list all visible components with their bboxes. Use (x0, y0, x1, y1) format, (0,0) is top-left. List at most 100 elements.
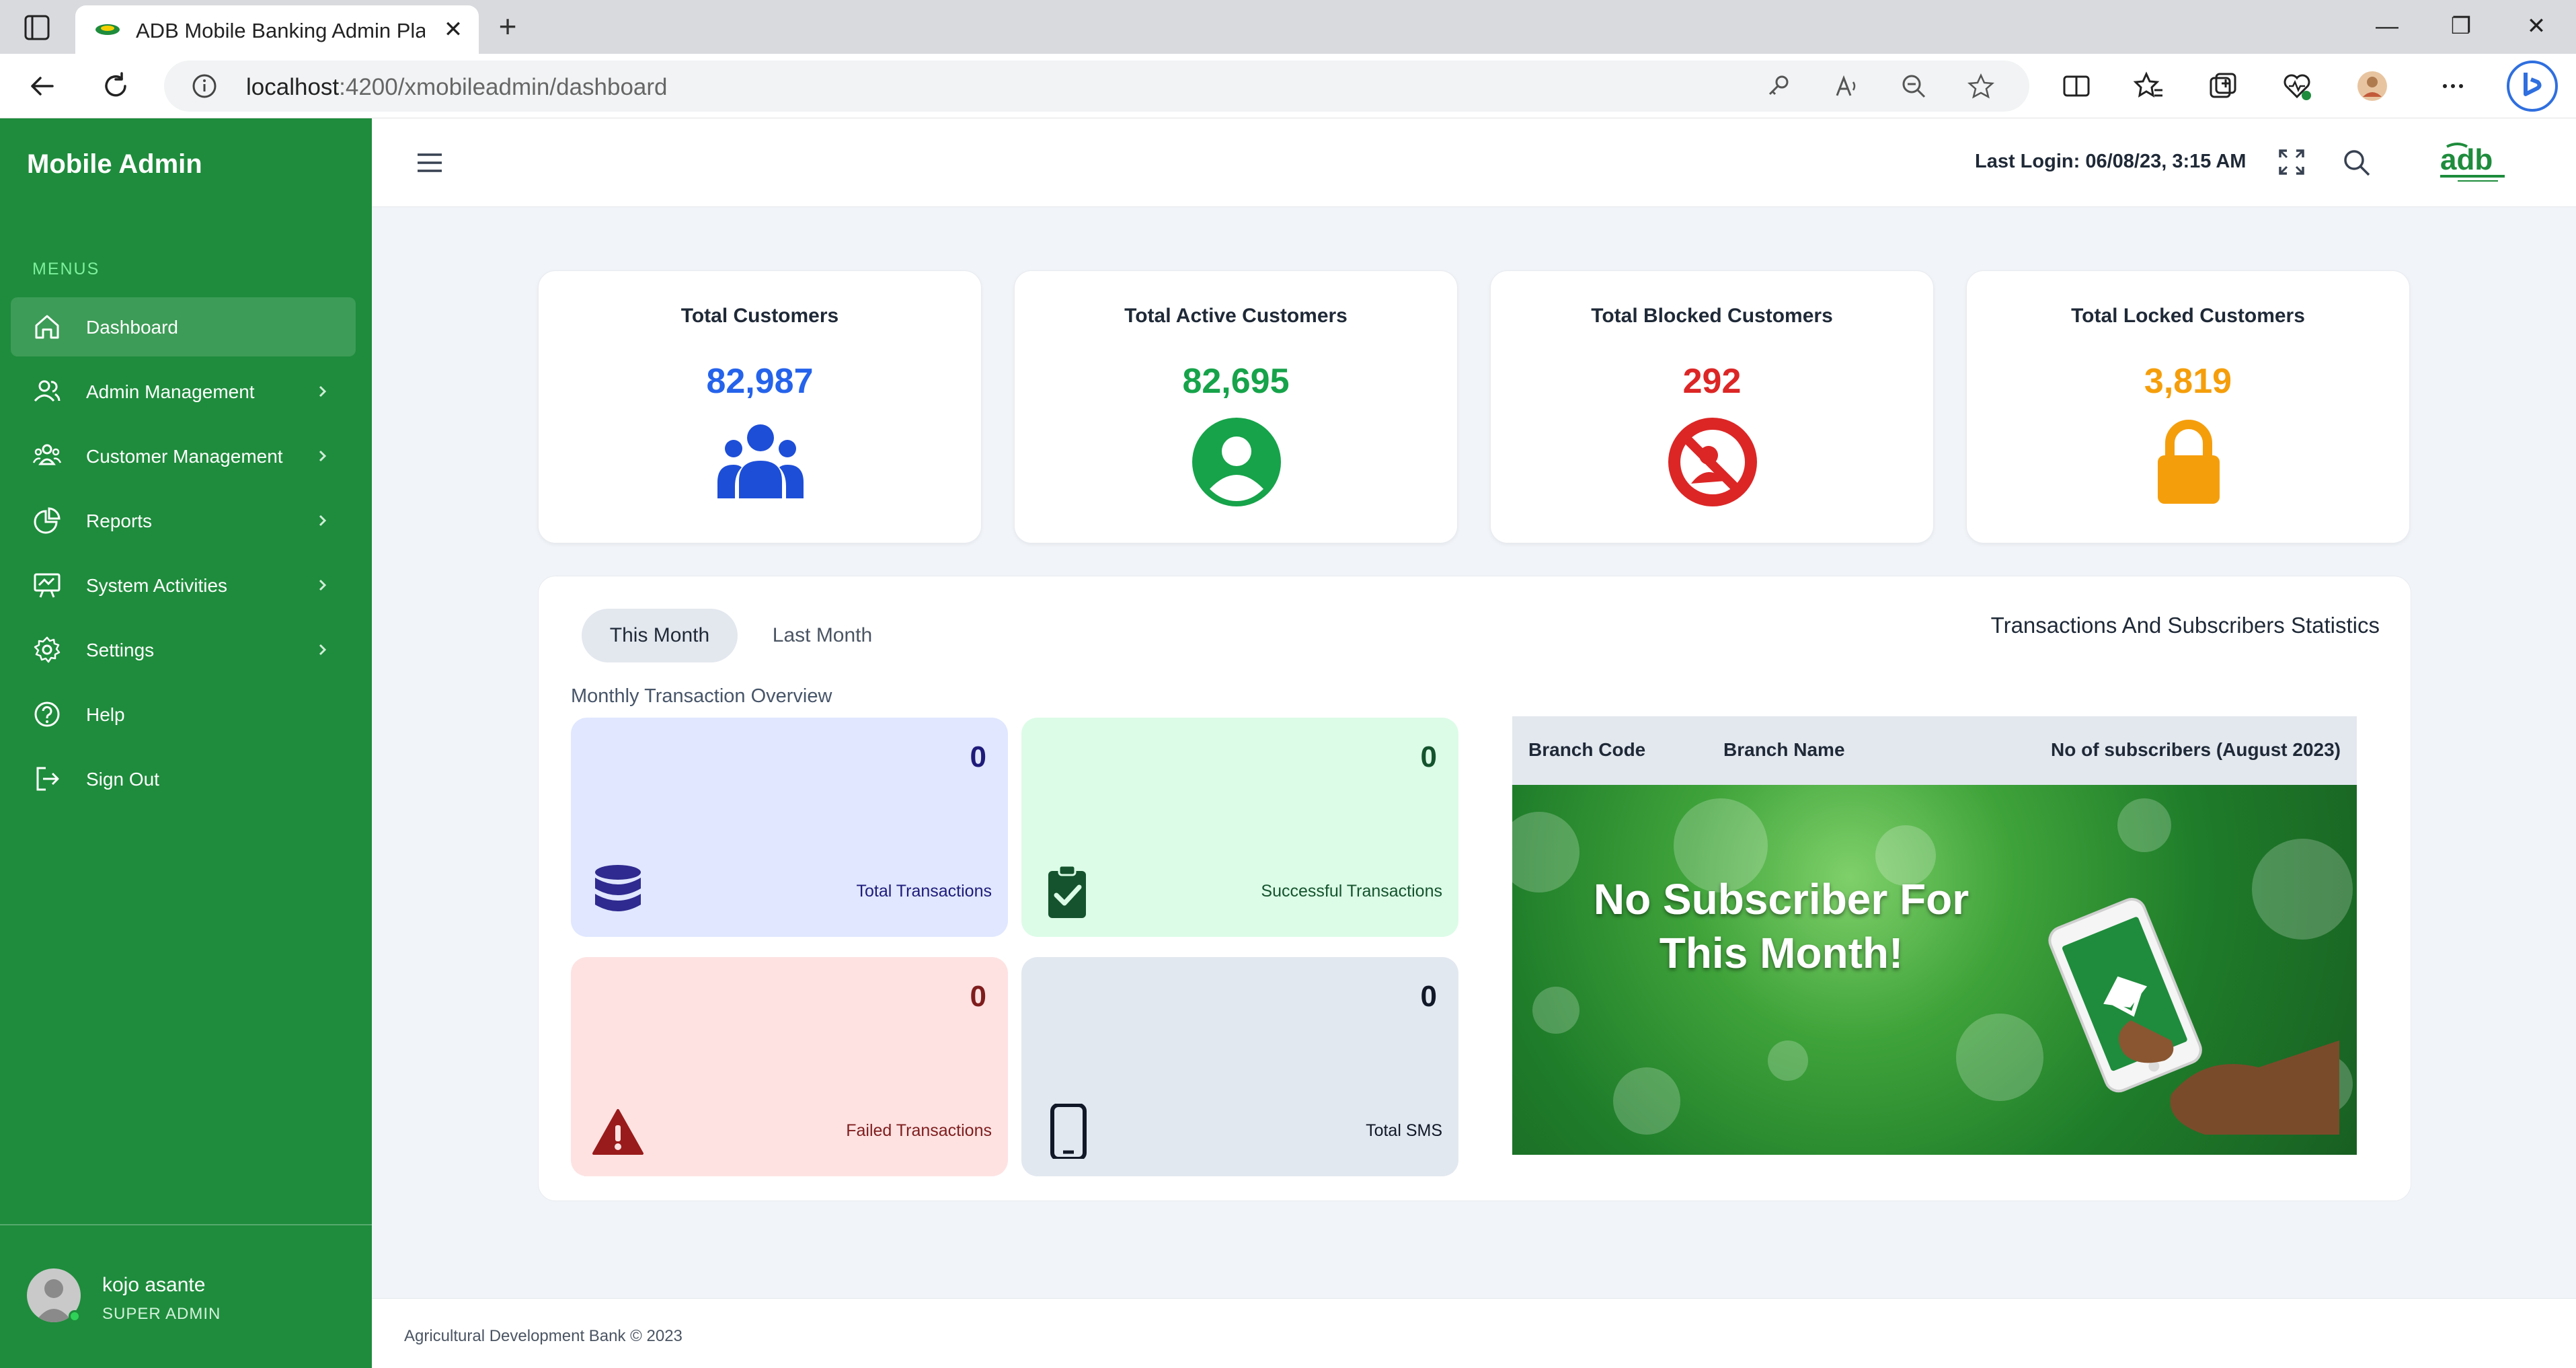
favorites-icon[interactable] (2133, 70, 2165, 102)
url-text[interactable]: localhost:4200/xmobileadmin/dashboard (246, 74, 668, 101)
browser-toolbar: localhost:4200/xmobileadmin/dashboard (0, 54, 2576, 118)
adb-logo: adb (2437, 140, 2510, 188)
footer: Agricultural Development Bank © 2023 (372, 1298, 2576, 1368)
panel-title: Transactions And Subscribers Statistics (1990, 613, 2380, 638)
url-path: :4200/xmobileadmin/dashboard (339, 74, 668, 100)
tab-close-icon[interactable]: ✕ (438, 15, 468, 44)
sidebar-item-label: Help (86, 704, 125, 725)
users-icon (34, 380, 61, 402)
key-icon[interactable] (1764, 73, 1791, 100)
chevron-right-icon (319, 579, 327, 591)
sidebar-item-dashboard[interactable]: Dashboard (11, 297, 356, 356)
health-heart-icon[interactable] (2281, 70, 2313, 102)
last-login-text: Last Login: 06/08/23, 3:15 AM (1975, 151, 2247, 172)
zoom-out-icon[interactable] (1900, 73, 1927, 100)
tab-last-month[interactable]: Last Month (755, 609, 890, 662)
customers-group-icon (717, 424, 804, 498)
sidebar-item-label: Admin Management (86, 381, 255, 402)
footer-copyright: Agricultural Development Bank © 2023 (404, 1327, 682, 1345)
search-icon[interactable] (2341, 147, 2372, 178)
sidebar: Mobile Admin MENUS Dashboard Admin Manag… (0, 118, 372, 1368)
mini-card-successful-transactions: 0 Successful Transactions (1021, 718, 1458, 937)
user-role: SUPER ADMIN (102, 1305, 221, 1323)
user-name: kojo asante (102, 1274, 206, 1296)
mini-card-label: Successful Transactions (1261, 882, 1442, 901)
sidebar-item-reports[interactable]: Reports (11, 491, 356, 550)
split-screen-icon[interactable] (2060, 70, 2093, 102)
fullscreen-icon[interactable] (2276, 147, 2307, 178)
user-circle-icon (1192, 418, 1281, 506)
mini-card-label: Total SMS (1366, 1121, 1442, 1140)
svg-text:adb: adb (2440, 143, 2493, 176)
refresh-icon[interactable] (100, 70, 132, 102)
tab-actions-icon[interactable] (13, 11, 58, 44)
mobile-icon (1050, 1104, 1087, 1159)
stat-card-total-blocked-customers: Total Blocked Customers 292 (1490, 270, 1934, 543)
mini-card-failed-transactions: 0 Failed Transactions (571, 957, 1008, 1176)
browser-tabstrip: ADB Mobile Banking Admin Platf ✕ + — ❐ ✕ (0, 0, 2576, 54)
empty-state-message: No Subscriber For This Month! (1579, 872, 1983, 980)
collections-icon[interactable] (2207, 70, 2239, 102)
sidebar-item-settings[interactable]: Settings (11, 620, 356, 679)
group-icon (32, 444, 62, 465)
site-info-icon[interactable] (191, 73, 218, 100)
sidebar-item-sign-out[interactable]: Sign Out (11, 749, 356, 808)
table-header: Branch Code Branch Name No of subscriber… (1512, 716, 2357, 785)
chevron-right-icon (319, 450, 327, 462)
pie-chart-icon (34, 507, 61, 534)
sidebar-item-label: Dashboard (86, 317, 178, 338)
stat-title: Total Customers (680, 305, 839, 327)
stat-value: 82,987 (706, 362, 814, 401)
gear-icon (34, 636, 61, 663)
back-arrow-icon[interactable] (26, 70, 58, 102)
stat-title: Total Blocked Customers (1591, 305, 1833, 327)
column-header-subscribers[interactable]: No of subscribers (August 2023) (2051, 739, 2341, 761)
chevron-right-icon (319, 385, 327, 397)
sidebar-item-system-activities[interactable]: System Activities (11, 556, 356, 615)
favorite-star-icon[interactable] (1967, 73, 1994, 100)
sidebar-divider (0, 1224, 372, 1225)
chevron-right-icon (319, 644, 327, 656)
window-close-button[interactable]: ✕ (2516, 9, 2557, 43)
mini-card-value: 0 (970, 740, 986, 773)
menus-section-label: MENUS (32, 260, 100, 278)
warning-icon (592, 1109, 643, 1155)
stat-title: Total Locked Customers (2071, 305, 2305, 327)
empty-state-line-2: This Month! (1659, 929, 1904, 977)
sidebar-item-admin-management[interactable]: Admin Management (11, 362, 356, 421)
sidebar-item-label: Sign Out (86, 769, 159, 790)
tab-this-month[interactable]: This Month (582, 609, 738, 662)
mini-card-value: 0 (1420, 740, 1437, 773)
app-header: Last Login: 06/08/23, 3:15 AM adb (372, 118, 2576, 207)
copilot-icon[interactable] (2505, 59, 2559, 113)
clipboard-check-icon (1048, 864, 1086, 918)
sidebar-item-label: Customer Management (86, 446, 283, 467)
new-tab-button[interactable]: + (491, 9, 524, 43)
mini-card-label: Total Transactions (856, 882, 992, 901)
online-status-dot (69, 1310, 81, 1322)
sidebar-item-customer-management[interactable]: Customer Management (11, 426, 356, 486)
blocked-icon (1668, 418, 1757, 506)
restore-button[interactable]: ❐ (2441, 9, 2481, 43)
stat-value: 292 (1682, 362, 1742, 401)
stat-title: Total Active Customers (1124, 305, 1348, 327)
stat-value: 82,695 (1182, 362, 1290, 401)
mini-card-total-transactions: 0 Total Transactions (571, 718, 1008, 937)
profile-avatar-icon[interactable] (2356, 70, 2388, 102)
read-aloud-icon[interactable] (1833, 73, 1860, 100)
empty-state-line-1: No Subscriber For (1593, 875, 1969, 923)
lock-icon (2158, 420, 2220, 504)
hamburger-menu-icon[interactable] (416, 151, 443, 175)
sidebar-item-help[interactable]: Help (11, 685, 356, 744)
activity-board-icon (34, 573, 61, 598)
column-header-branch-name[interactable]: Branch Name (1723, 739, 1845, 761)
column-header-branch-code[interactable]: Branch Code (1528, 739, 1645, 761)
minimize-button[interactable]: — (2367, 9, 2407, 43)
statistics-panel: This Month Last Month Transactions And S… (538, 576, 2411, 1201)
stat-value: 3,819 (2144, 362, 2232, 401)
browser-tab[interactable]: ADB Mobile Banking Admin Platf ✕ (75, 5, 479, 54)
more-menu-icon[interactable] (2437, 70, 2469, 102)
sidebar-item-label: System Activities (86, 575, 228, 596)
tab-title: ADB Mobile Banking Admin Platf (136, 19, 425, 42)
address-bar[interactable]: localhost:4200/xmobileadmin/dashboard (164, 61, 2029, 112)
